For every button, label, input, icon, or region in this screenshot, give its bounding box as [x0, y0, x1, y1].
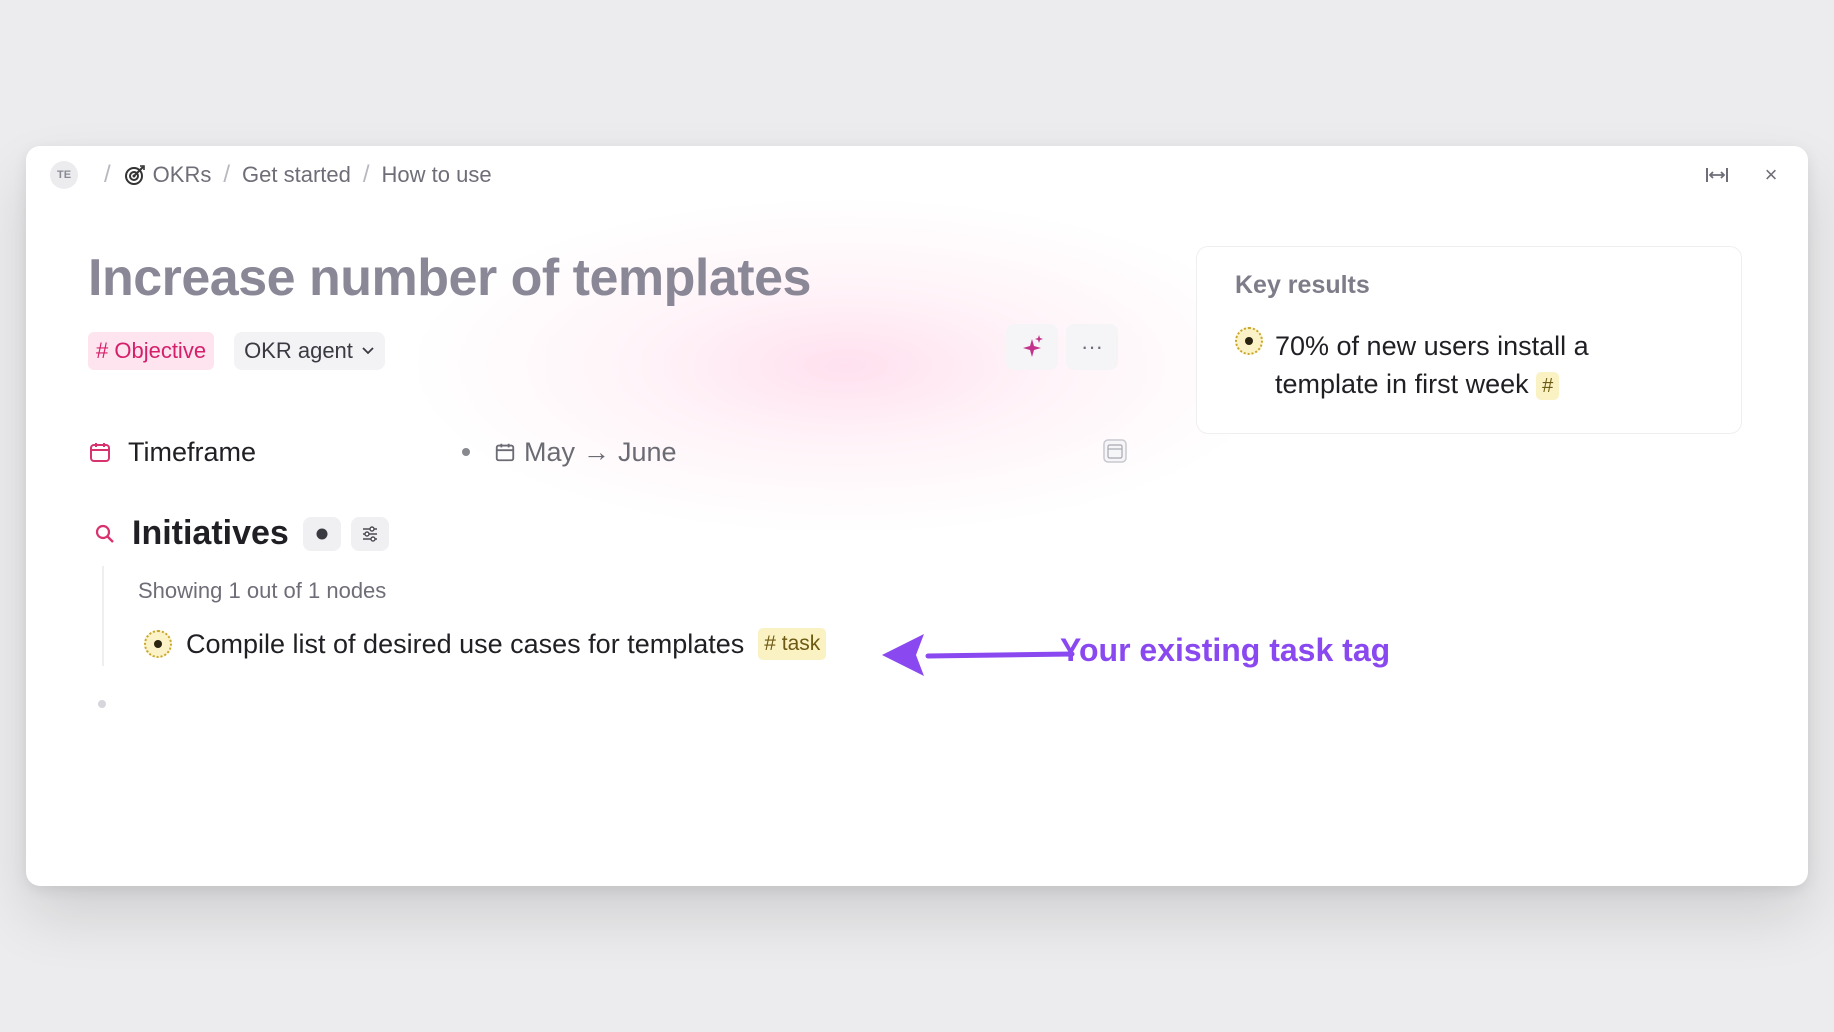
annotation-arrow — [882, 634, 1075, 676]
background-glow — [406, 196, 1286, 536]
key-result-text-wrap: 70% of new users install a template in f… — [1275, 327, 1655, 403]
annotation-label: Your existing task tag — [1060, 632, 1391, 668]
timeframe-arrow: → — [583, 436, 611, 467]
node-panel: TE / OKRs / Get started / How to use × I… — [26, 146, 1808, 886]
okr-agent-label: OKR agent — [244, 338, 353, 363]
children-guide-line — [102, 566, 104, 666]
breadcrumb-item-get-started[interactable]: Get started — [242, 162, 351, 188]
calendar-icon — [90, 443, 110, 462]
results-count: Showing 1 out of 1 nodes — [138, 578, 387, 603]
target-icon — [123, 163, 147, 187]
key-result-item[interactable]: 70% of new users install a template in f… — [1235, 327, 1655, 403]
objective-tag[interactable]: # Objective — [88, 332, 215, 370]
workspace-avatar[interactable]: TE — [50, 161, 78, 189]
timeframe-field: Timeframe May → June — [88, 430, 1128, 474]
timeframe-value[interactable]: May → June — [494, 437, 677, 468]
initiatives-title[interactable]: Initiatives — [132, 514, 289, 553]
calendar-date-icon — [1103, 439, 1127, 463]
ai-sparkle-button[interactable] — [1006, 324, 1058, 370]
page-title[interactable]: Increase number of templates — [88, 248, 811, 308]
close-button[interactable]: × — [1756, 160, 1786, 190]
window-actions: × — [1702, 160, 1786, 190]
sliders-icon — [362, 525, 377, 542]
initiative-item-text[interactable]: Compile list of desired use cases for te… — [186, 629, 744, 660]
more-options-button[interactable]: ··· — [1066, 324, 1118, 370]
timeframe-end: June — [618, 436, 677, 467]
timeframe-label: Timeframe — [128, 436, 257, 467]
expand-width-button[interactable] — [1702, 160, 1732, 190]
dot-icon — [316, 528, 328, 539]
task-tag[interactable]: # task — [758, 628, 827, 660]
date-picker-button[interactable] — [1102, 438, 1128, 464]
breadcrumb-separator: / — [223, 161, 231, 188]
view-toggle-button[interactable] — [302, 516, 341, 551]
key-results-title: Key results — [1235, 271, 1370, 299]
breadcrumb-label: OKRs — [152, 162, 212, 187]
filter-settings-button[interactable] — [350, 516, 389, 551]
title-actions: ··· — [1006, 324, 1118, 370]
breadcrumb-separator: / — [104, 161, 111, 188]
breadcrumb-item-okrs[interactable]: OKRs — [123, 162, 212, 188]
timeframe-label-wrap: Timeframe — [88, 437, 462, 468]
key-result-status-icon[interactable] — [1235, 327, 1263, 355]
field-bullet — [462, 448, 470, 456]
key-results-card: Key results 70% of new users install a t… — [1196, 246, 1742, 434]
initiative-item[interactable]: Compile list of desired use cases for te… — [144, 628, 827, 660]
okr-agent-dropdown[interactable]: OKR agent — [234, 332, 385, 370]
search-icon — [95, 524, 114, 543]
tag-row: # Objective OKR agent — [88, 332, 385, 370]
timeframe-start: May — [524, 436, 576, 467]
sparkle-icon — [1023, 335, 1043, 357]
chevron-down-icon — [362, 347, 374, 355]
task-status-icon[interactable] — [144, 630, 172, 658]
breadcrumb-item-how-to-use[interactable]: How to use — [382, 162, 492, 188]
empty-node-bullet[interactable] — [98, 700, 106, 708]
expand-width-icon — [1706, 168, 1728, 182]
calendar-small-icon — [495, 443, 515, 462]
breadcrumb-separator: / — [362, 161, 370, 188]
initiatives-header: Initiatives — [94, 514, 389, 553]
key-result-tag[interactable]: # — [1536, 371, 1560, 400]
breadcrumb: TE / OKRs / Get started / How to use — [50, 158, 492, 192]
